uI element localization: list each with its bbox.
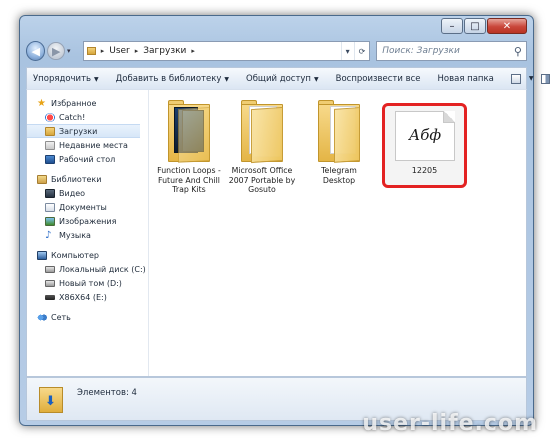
music-icon: ♪ [45,229,52,241]
search-input[interactable]: Поиск: Загрузки ⚲ [376,41,527,61]
folder-icon [318,100,360,163]
folder-icon [86,47,96,55]
play-all-button[interactable]: Воспроизвести все [336,74,421,84]
watermark: user-life.com [362,411,538,436]
recent-pages-dropdown[interactable]: ▾ [67,47,77,55]
catch-app-icon [45,112,55,122]
explorer-window: – □ ✕ ◀ ▶ ▾ ▸ User ▸ Загрузки ▸ ▾ ⟳ Поис… [19,15,550,426]
command-bar: Упорядочить ▼ Добавить в библиотеку ▼ Общи… [26,67,550,89]
file-name: Microsoft Office 2007 Portable by Gosuto [228,166,296,194]
nav-item-drive-d[interactable]: Новый том (D:) [27,276,148,290]
search-icon[interactable]: ⚲ [514,45,522,58]
search-placeholder: Поиск: Загрузки [382,46,460,56]
nav-item-downloads[interactable]: Загрузки [27,124,140,138]
font-file-icon: Абф [395,111,455,161]
preview-pane-icon[interactable] [541,73,550,84]
nav-item-recent-places[interactable]: Недавние места [27,138,148,152]
breadcrumb-downloads[interactable]: Загрузки [143,46,186,56]
nav-item-desktop[interactable]: Рабочий стол [27,152,148,166]
nav-item-video[interactable]: Видео [27,186,148,200]
share-button[interactable]: Общий доступ ▼ [246,74,319,84]
libraries-icon [37,174,47,184]
file-list: Function Loops - Future And Chill Trap K… [150,90,526,376]
caption-buttons: – □ ✕ [441,18,527,34]
close-button[interactable]: ✕ [487,18,527,34]
forward-button[interactable]: ▶ [47,42,66,60]
file-item-microsoft-office[interactable]: Microsoft Office 2007 Portable by Gosuto [228,100,296,195]
folder-icon [168,100,210,164]
view-dropdown-icon[interactable]: ▼ [529,75,534,82]
breadcrumb-user[interactable]: User [109,46,130,56]
downloads-folder-icon [45,126,55,136]
breadcrumb-separator[interactable]: ▸ [191,47,195,55]
refresh-icon[interactable]: ⟳ [353,42,370,60]
view-options-icon[interactable] [510,73,521,84]
back-button[interactable]: ◀ [26,41,46,61]
breadcrumb-separator[interactable]: ▸ [101,47,105,55]
nav-computer-header[interactable]: Компьютер [27,248,148,262]
downloads-folder-icon: ⬇ [39,384,65,414]
navigation-pane: ★ Избранное Catch! Загрузки Недавние мест… [27,90,149,376]
file-name: 12205 [411,166,438,175]
nav-libraries-header[interactable]: Библиотеки [27,172,148,186]
nav-item-pictures[interactable]: Изображения [27,214,148,228]
nav-item-music[interactable]: ♪ Музыка [27,228,148,242]
add-to-library-button[interactable]: Добавить в библиотеку ▼ [116,74,229,84]
navigation-bar: ◀ ▶ ▾ ▸ User ▸ Загрузки ▸ ▾ ⟳ Поиск: Заг… [26,39,527,63]
documents-icon [45,202,55,212]
video-icon [45,188,55,198]
content-area: ★ Избранное Catch! Загрузки Недавние мест… [26,89,527,377]
organize-button[interactable]: Упорядочить ▼ [33,74,99,84]
usb-drive-icon [45,294,55,300]
desktop-icon [45,154,55,164]
maximize-button[interactable]: □ [464,18,486,34]
network-icon [37,312,47,322]
pictures-icon [45,216,55,226]
file-name: Telegram Desktop [321,166,357,185]
hard-drive-icon [45,279,55,287]
minimize-button[interactable]: – [441,18,463,34]
file-item-12205[interactable]: Абф 12205 [382,103,467,188]
file-name: Function Loops - Future And Chill Trap K… [157,166,221,194]
nav-network-header[interactable]: Сеть [27,310,148,324]
hard-drive-icon [45,265,55,273]
computer-icon [37,250,47,260]
font-preview: Абф [408,126,442,144]
nav-item-drive-c[interactable]: Локальный диск (C:) [27,262,148,276]
nav-item-drive-e[interactable]: X86X64 (E:) [27,290,148,304]
item-count: Элементов: 4 [77,388,137,398]
file-item-function-loops[interactable]: Function Loops - Future And Chill Trap K… [155,100,223,195]
address-bar[interactable]: ▸ User ▸ Загрузки ▸ ▾ ⟳ [82,41,371,61]
breadcrumb-separator[interactable]: ▸ [135,47,139,55]
new-folder-button[interactable]: Новая папка [438,74,494,84]
address-dropdown-icon[interactable]: ▾ [340,42,354,60]
recent-places-icon [45,140,55,150]
folder-icon [241,100,283,164]
nav-favorites-header[interactable]: ★ Избранное [27,96,148,110]
file-item-telegram-desktop[interactable]: Telegram Desktop [305,100,373,185]
nav-item-documents[interactable]: Документы [27,200,148,214]
nav-item-catch[interactable]: Catch! [27,110,148,124]
star-icon: ★ [37,97,46,109]
